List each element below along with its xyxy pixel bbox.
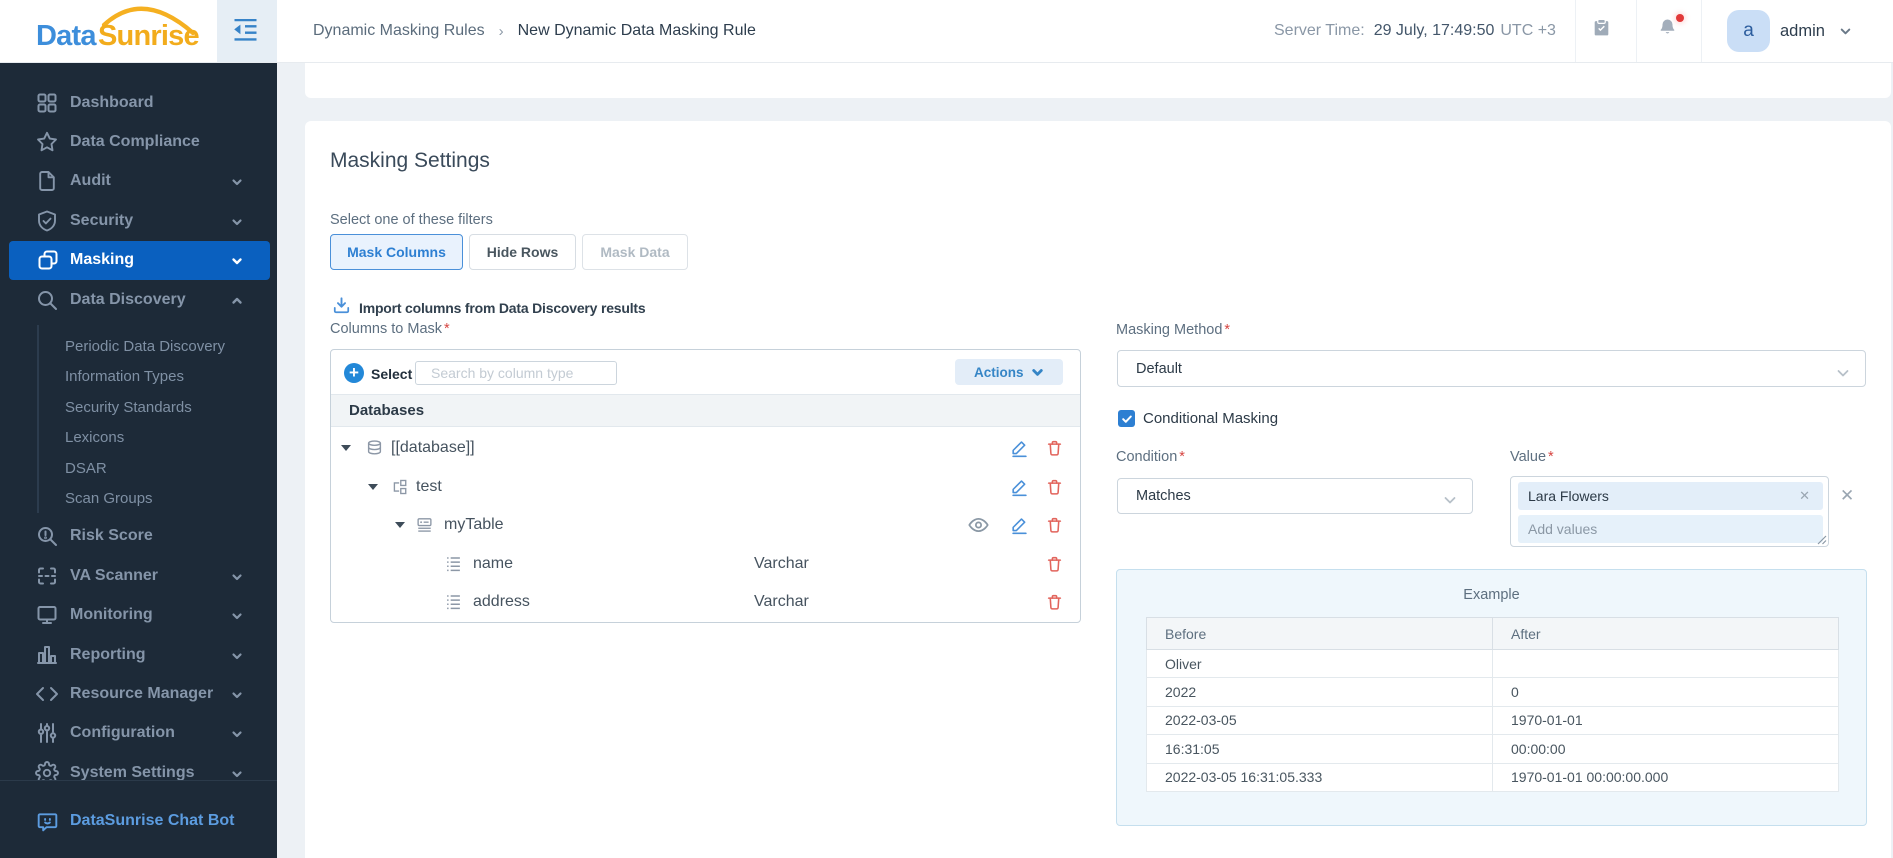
svg-text:Sunrise: Sunrise: [98, 20, 199, 52]
svg-text:Data: Data: [36, 20, 97, 52]
